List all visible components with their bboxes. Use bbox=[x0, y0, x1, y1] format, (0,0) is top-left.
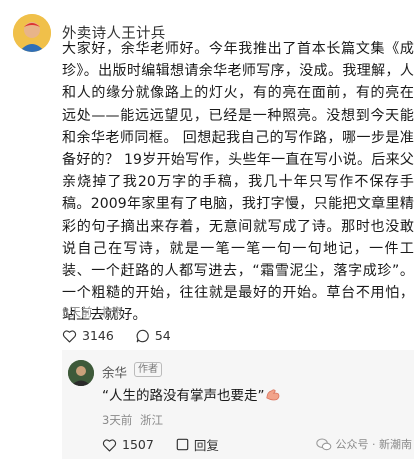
reply-actions: 1507 回复 bbox=[102, 435, 241, 454]
like-count: 3146 bbox=[82, 328, 114, 343]
heart-icon bbox=[102, 438, 117, 451]
wechat-icon bbox=[315, 437, 331, 450]
watermark: 公众号 · 新潮南 bbox=[315, 436, 413, 452]
reply-time: 3天前 bbox=[102, 413, 133, 427]
reply-meta: 3天前 浙江 bbox=[102, 412, 163, 428]
reply-label: 回复 bbox=[193, 438, 219, 453]
reply-location: 浙江 bbox=[139, 413, 163, 427]
post-meta: 3天前 北京 bbox=[62, 304, 123, 320]
reply-button[interactable]: 回复 bbox=[176, 435, 219, 454]
reply-author-name[interactable]: 余华 bbox=[102, 362, 127, 381]
reply-avatar[interactable] bbox=[68, 360, 94, 386]
heart-icon bbox=[62, 329, 77, 342]
reply-square-icon bbox=[176, 438, 189, 451]
post-actions: 3146 54 bbox=[62, 328, 193, 343]
comment-button[interactable]: 54 bbox=[136, 328, 171, 343]
post-location: 北京 bbox=[99, 305, 123, 319]
post-text: 大家好，余华老师好。今年我推出了首本长篇文集《成珍》。出版时编辑想请余华老师写序… bbox=[62, 41, 414, 324]
author-badge: 作者 bbox=[134, 362, 162, 377]
watermark-text: 公众号 · 新潮南 bbox=[335, 438, 413, 451]
comment-count: 54 bbox=[154, 328, 171, 343]
author-avatar[interactable] bbox=[13, 14, 51, 52]
like-button[interactable]: 3146 bbox=[62, 328, 114, 343]
reply-like-button[interactable]: 1507 bbox=[102, 437, 154, 452]
reply-text-row: “人生的路没有掌声也要走” bbox=[102, 384, 281, 404]
reply-like-count: 1507 bbox=[122, 437, 154, 452]
post-time: 3天前 bbox=[62, 305, 93, 319]
reply-text: “人生的路没有掌声也要走” bbox=[102, 388, 265, 404]
comment-bubble-icon bbox=[136, 329, 149, 342]
muscle-arm-emoji-icon bbox=[265, 389, 279, 401]
